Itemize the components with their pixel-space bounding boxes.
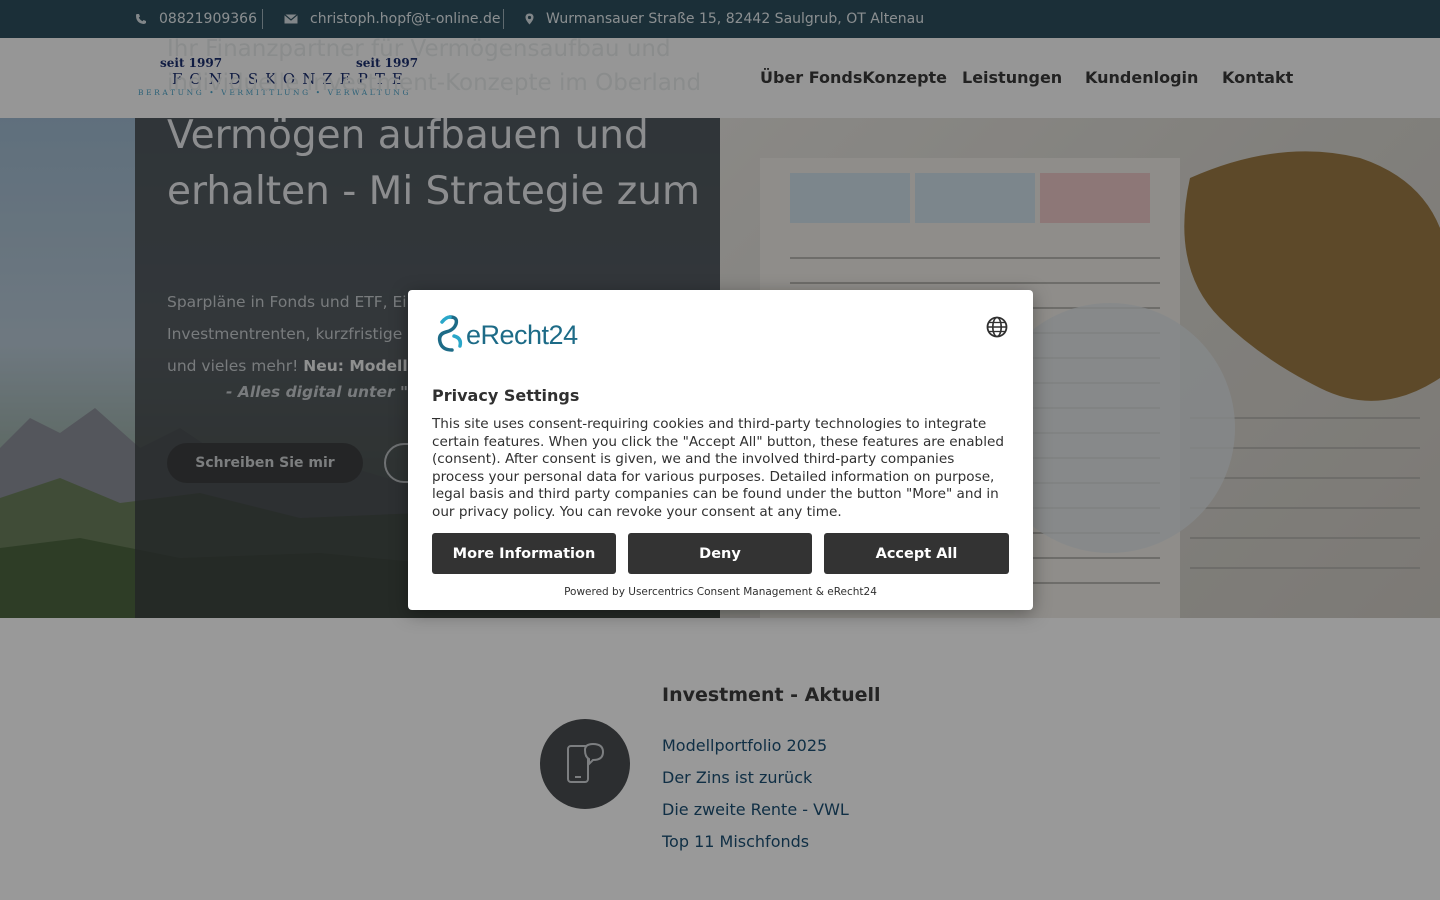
erecht24-logo: eRecht24 bbox=[432, 314, 592, 354]
language-globe-icon[interactable] bbox=[986, 316, 1008, 338]
erecht24-symbol-icon bbox=[437, 315, 463, 352]
consent-description: This site uses consent-requiring cookies… bbox=[432, 416, 1004, 520]
consent-title: Privacy Settings bbox=[432, 386, 580, 405]
privacy-consent-dialog: eRecht24 Privacy Settings This site uses… bbox=[408, 290, 1033, 610]
consent-powered-by: Powered by Usercentrics Consent Manageme… bbox=[564, 586, 877, 598]
deny-button[interactable]: Deny bbox=[628, 533, 812, 574]
more-information-button[interactable]: More Information bbox=[432, 533, 616, 574]
erecht24-wordmark: eRecht24 bbox=[466, 320, 578, 350]
accept-all-button[interactable]: Accept All bbox=[824, 533, 1009, 574]
